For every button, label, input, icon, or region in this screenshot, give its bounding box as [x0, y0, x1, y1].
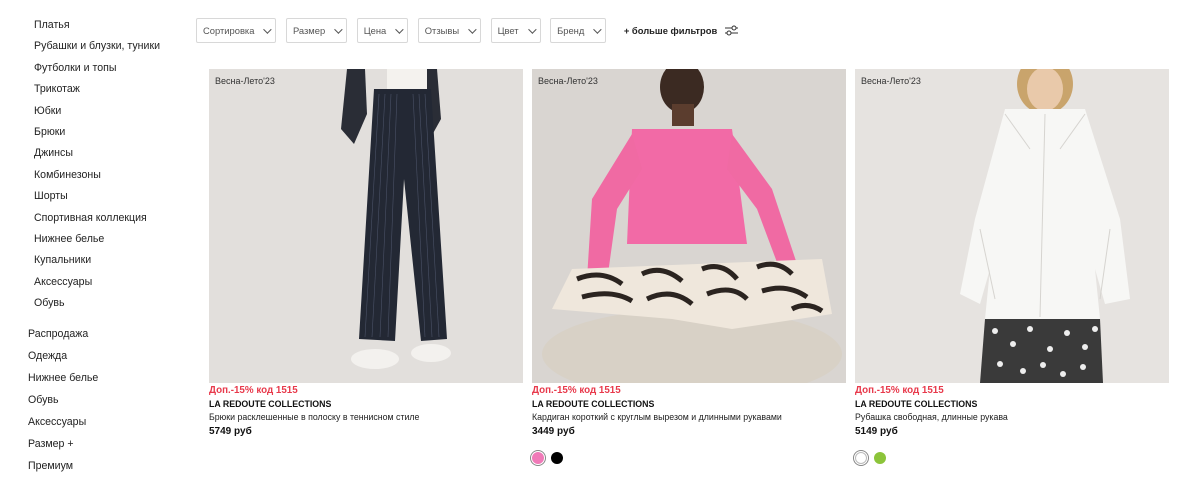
color-swatch-pink[interactable]	[532, 451, 544, 464]
subcategory-item-jumpsuits[interactable]: Комбинезоны	[34, 165, 160, 186]
product-name[interactable]: Кардиган короткий с круглым вырезом и дл…	[532, 411, 846, 424]
product-name[interactable]: Брюки расклешенные в полоску в теннисном…	[209, 411, 523, 424]
category-item-lingerie[interactable]: Нижнее белье	[28, 367, 98, 389]
category-item-shoes[interactable]: Обувь	[28, 389, 98, 411]
product-name[interactable]: Рубашка свободная, длинные рукава	[855, 411, 1169, 424]
product-brand: LA REDOUTE COLLECTIONS	[532, 398, 655, 409]
color-filter-dropdown[interactable]: Цвет	[490, 18, 541, 43]
more-filters-label: + больше фильтров	[623, 25, 718, 36]
subcategory-item-sport[interactable]: Спортивная коллекция	[34, 208, 160, 229]
product-card[interactable]: Весна-Лето'23 Доп.-15% код 1515 LA REDOU…	[209, 69, 523, 439]
subcategory-item-tshirts[interactable]: Футболки и топы	[34, 58, 160, 79]
brand-filter-dropdown[interactable]: Бренд	[550, 18, 607, 43]
season-badge: Весна-Лето'23	[861, 76, 921, 86]
promo-text: Доп.-15% код 1515	[855, 385, 944, 396]
subcategory-item-dresses[interactable]: Платья	[34, 15, 160, 36]
filter-bar: Сортировка Размер Цена Отзывы Цвет Бренд…	[196, 18, 739, 43]
subcategory-item-shirts[interactable]: Рубашки и блузки, туники	[34, 36, 160, 57]
category-item-sale[interactable]: Распродажа	[28, 323, 98, 345]
color-swatches	[532, 451, 846, 464]
subcategory-item-shoes[interactable]: Обувь	[34, 293, 160, 314]
category-item-plus-size[interactable]: Размер +	[28, 433, 98, 455]
chevron-down-icon	[263, 24, 273, 34]
subcategory-item-trousers[interactable]: Брюки	[34, 122, 160, 143]
sliders-icon	[725, 25, 739, 36]
category-item-premium[interactable]: Премиум	[28, 455, 98, 477]
color-swatch-green[interactable]	[874, 451, 886, 464]
product-price: 5149 руб	[855, 425, 898, 437]
promo-text: Доп.-15% код 1515	[532, 385, 621, 396]
reviews-filter-dropdown[interactable]: Отзывы	[417, 18, 482, 43]
subcategory-item-shorts[interactable]: Шорты	[34, 186, 160, 207]
subcategory-item-skirts[interactable]: Юбки	[34, 101, 160, 122]
chevron-down-icon	[468, 24, 477, 34]
color-swatches	[855, 451, 1169, 464]
product-price: 3449 руб	[532, 425, 575, 437]
promo-text: Доп.-15% код 1515	[209, 385, 298, 396]
chevron-down-icon	[593, 24, 602, 34]
color-swatch-black[interactable]	[551, 451, 563, 464]
category-sidebar: Платья Рубашки и блузки, туники Футболки…	[0, 0, 190, 496]
main-category-list: Распродажа Одежда Нижнее белье Обувь Акс…	[28, 323, 98, 477]
product-photo-cardigan	[532, 69, 846, 383]
category-item-clothing[interactable]: Одежда	[28, 345, 98, 367]
product-photo-trousers	[209, 69, 523, 383]
subcategory-item-lingerie[interactable]: Нижнее белье	[34, 229, 160, 250]
color-filter-label: Цвет	[497, 25, 519, 36]
size-filter-label: Размер	[292, 25, 326, 36]
more-filters-button[interactable]: + больше фильтров	[623, 25, 739, 36]
product-image[interactable]: Весна-Лето'23	[209, 69, 523, 383]
price-filter-label: Цена	[363, 25, 387, 36]
subcategory-item-knitwear[interactable]: Трикотаж	[34, 79, 160, 100]
chevron-down-icon	[334, 24, 343, 34]
subcategory-item-accessories[interactable]: Аксессуары	[34, 272, 160, 293]
season-badge: Весна-Лето'23	[215, 76, 275, 86]
chevron-down-icon	[395, 24, 404, 34]
product-card[interactable]: Весна-Лето'23 Доп.-15% код 1515 LA REDOU…	[532, 69, 846, 464]
subcategory-list: Платья Рубашки и блузки, туники Футболки…	[34, 15, 160, 314]
size-filter-dropdown[interactable]: Размер	[285, 18, 348, 43]
product-image[interactable]: Весна-Лето'23	[855, 69, 1169, 383]
color-swatch-white[interactable]	[855, 451, 867, 464]
reviews-filter-label: Отзывы	[424, 25, 460, 36]
category-item-accessories[interactable]: Аксессуары	[28, 411, 98, 433]
product-image[interactable]: Весна-Лето'23	[532, 69, 846, 383]
product-photo-shirt	[855, 69, 1169, 383]
subcategory-item-jeans[interactable]: Джинсы	[34, 143, 160, 164]
sort-dropdown-label: Сортировка	[203, 25, 255, 36]
product-card[interactable]: Весна-Лето'23 Доп.-15% код 1515 LA REDOU…	[855, 69, 1169, 464]
product-brand: LA REDOUTE COLLECTIONS	[855, 398, 978, 409]
season-badge: Весна-Лето'23	[538, 76, 598, 86]
subcategory-item-swimwear[interactable]: Купальники	[34, 250, 160, 271]
chevron-down-icon	[527, 24, 537, 34]
product-brand: LA REDOUTE COLLECTIONS	[209, 398, 332, 409]
sort-dropdown[interactable]: Сортировка	[196, 18, 277, 43]
price-filter-dropdown[interactable]: Цена	[356, 18, 409, 43]
brand-filter-label: Бренд	[557, 25, 585, 36]
product-price: 5749 руб	[209, 425, 252, 437]
